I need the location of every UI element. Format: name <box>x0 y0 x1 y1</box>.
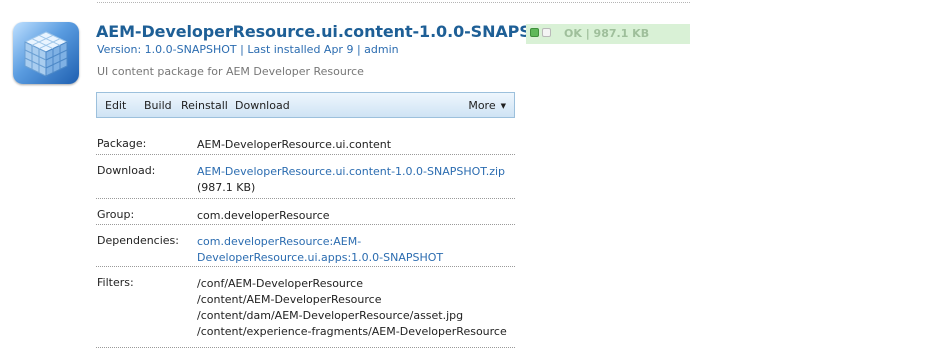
dependency-link[interactable]: DeveloperResource.ui.apps:1.0.0-SNAPSHOT <box>197 250 515 266</box>
top-divider <box>97 2 690 3</box>
filter-path: /conf/AEM-DeveloperResource <box>197 277 363 290</box>
group-value: com.developerResource <box>197 209 330 222</box>
detail-row-filters: Filters: /conf/AEM-DeveloperResource /co… <box>96 267 515 348</box>
more-menu-button[interactable]: More ▼ <box>468 99 506 112</box>
caret-down-icon: ▼ <box>500 102 506 110</box>
package-version: Version: 1.0.0-SNAPSHOT <box>97 43 237 56</box>
filter-path: /content/experience-fragments/AEM-Develo… <box>197 325 507 338</box>
package-title-link[interactable]: AEM-DeveloperResource.ui.content-1.0.0-S… <box>96 22 598 41</box>
download-size: (987.1 KB) <box>197 181 256 194</box>
meta-separator: | <box>240 43 244 56</box>
detail-row-group: Group: com.developerResource <box>96 199 515 225</box>
filter-path: /content/dam/AEM-DeveloperResource/asset… <box>197 309 464 322</box>
download-value: AEM-DeveloperResource.ui.content-1.0.0-S… <box>197 155 515 196</box>
download-link[interactable]: AEM-DeveloperResource.ui.content-1.0.0-S… <box>197 164 515 180</box>
detail-row-dependencies: Dependencies: com.developerResource:AEM-… <box>96 225 515 267</box>
checkbox-green-icon[interactable] <box>530 28 539 37</box>
detail-label: Package: <box>97 137 147 150</box>
status-text: OK | 987.1 KB <box>564 27 650 40</box>
package-last-installed: Last installed Apr 9 <box>247 43 354 56</box>
dependencies-value: com.developerResource:AEM- DeveloperReso… <box>197 225 515 266</box>
package-description: UI content package for AEM Developer Res… <box>97 65 364 78</box>
status-badge: OK | 987.1 KB <box>526 24 690 44</box>
package-installed-by: admin <box>364 43 399 56</box>
package-name-value: AEM-DeveloperResource.ui.content <box>197 138 392 151</box>
build-button[interactable]: Build <box>144 99 172 112</box>
edit-button[interactable]: Edit <box>105 99 126 112</box>
more-label: More <box>468 99 496 112</box>
detail-row-package: Package: AEM-DeveloperResource.ui.conten… <box>96 128 515 155</box>
package-meta: Version: 1.0.0-SNAPSHOT | Last installed… <box>97 43 399 56</box>
detail-label: Dependencies: <box>97 234 179 247</box>
meta-separator: | <box>356 43 361 56</box>
dependency-link[interactable]: com.developerResource:AEM- <box>197 234 515 250</box>
filters-value: /conf/AEM-DeveloperResource /content/AEM… <box>197 267 515 340</box>
detail-label: Group: <box>97 208 135 221</box>
filter-path: /content/AEM-DeveloperResource <box>197 293 382 306</box>
detail-label: Filters: <box>97 276 134 289</box>
download-button[interactable]: Download <box>235 99 290 112</box>
package-toolbar: Edit Build Reinstall Download More ▼ <box>96 92 515 118</box>
detail-row-download: Download: AEM-DeveloperResource.ui.conte… <box>96 155 515 199</box>
detail-label: Download: <box>97 164 156 177</box>
package-details: Package: AEM-DeveloperResource.ui.conten… <box>96 128 515 348</box>
package-cube-icon <box>13 22 79 84</box>
checkbox-empty-icon[interactable] <box>542 28 551 37</box>
reinstall-button[interactable]: Reinstall <box>181 99 228 112</box>
